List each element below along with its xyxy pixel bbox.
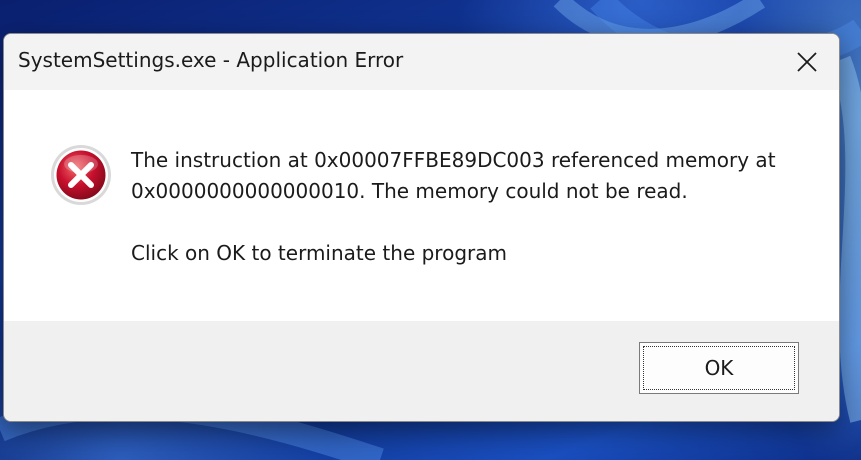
dialog-content: The instruction at 0x00007FFBE89DC003 re…	[4, 90, 839, 321]
message-line-2: 0x0000000000000010. The memory could not…	[131, 179, 688, 203]
application-error-dialog: SystemSettings.exe - Application Error T…	[3, 33, 840, 422]
message-line-1: The instruction at 0x00007FFBE89DC003 re…	[131, 148, 776, 172]
dialog-titlebar[interactable]: SystemSettings.exe - Application Error	[4, 34, 839, 90]
error-message: The instruction at 0x00007FFBE89DC003 re…	[131, 145, 811, 269]
instruction-text: Click on OK to terminate the program	[131, 241, 507, 265]
error-icon	[51, 145, 111, 205]
ok-button-label: OK	[704, 356, 734, 380]
ok-button[interactable]: OK	[639, 342, 799, 394]
dialog-title: SystemSettings.exe - Application Error	[18, 48, 404, 72]
dialog-footer: OK	[4, 321, 839, 421]
close-button[interactable]	[775, 34, 839, 90]
close-icon	[797, 52, 817, 72]
